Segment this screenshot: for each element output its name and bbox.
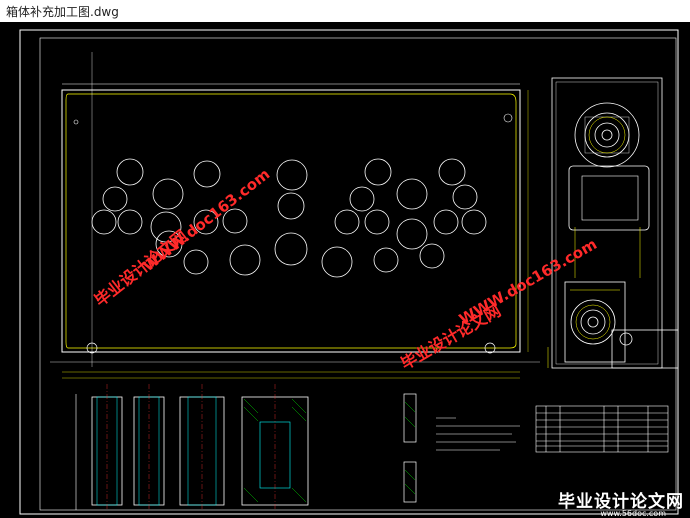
sheet-border — [19, 29, 679, 515]
hatching — [243, 398, 416, 503]
watermark-brand-2: 毕业设计论文网 — [398, 301, 505, 373]
technical-notes — [436, 417, 520, 451]
section-views — [75, 384, 417, 510]
watermark-brand-1: 毕业设计论文网 — [91, 226, 191, 310]
parts-table — [535, 405, 669, 453]
cad-drawing-canvas[interactable]: WWW.doc163.com 毕业设计论文网 WWW.doc163.com 毕业… — [0, 22, 690, 518]
footer-site: www.56doc.com — [600, 509, 666, 518]
side-views — [551, 77, 679, 369]
window-title: 箱体补充加工图.dwg — [6, 5, 119, 19]
site-logo: 毕业设计论文网 www.56doc.com — [524, 486, 684, 518]
cad-drawing: WWW.doc163.com 毕业设计论文网 WWW.doc163.com 毕业… — [19, 29, 679, 515]
title-bar: 箱体补充加工图.dwg — [0, 0, 690, 23]
